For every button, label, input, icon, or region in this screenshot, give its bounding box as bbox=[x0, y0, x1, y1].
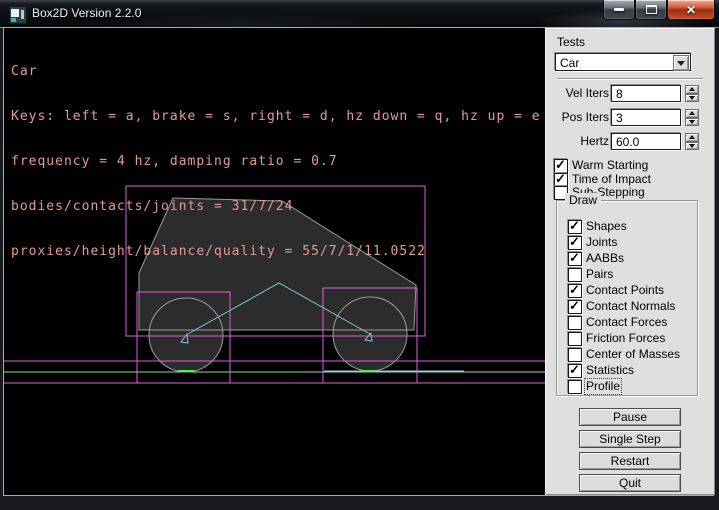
title-bar[interactable]: Box2D Version 2.2.0 ✕ bbox=[0, 0, 719, 28]
stepper-up-button[interactable] bbox=[685, 109, 699, 118]
checkbox-label: Friction Forces bbox=[586, 332, 665, 345]
checkbox-label: Joints bbox=[586, 236, 617, 249]
checkbox-label: Contact Forces bbox=[586, 316, 667, 329]
checkbox-box[interactable] bbox=[568, 348, 582, 362]
pos-iters-value: 3 bbox=[616, 111, 623, 126]
draw-group: Draw Shapes Joints AABBs Pairs Contact P… bbox=[556, 200, 698, 396]
quit-button[interactable]: Quit bbox=[579, 474, 681, 492]
checkbox-box[interactable] bbox=[568, 284, 582, 298]
stats-line-proxies: proxies/height/balance/quality = 55/7/1/… bbox=[11, 244, 541, 259]
stats-line-test-name: Car bbox=[11, 64, 541, 79]
separator bbox=[557, 78, 703, 80]
triangle-up-icon bbox=[689, 135, 695, 139]
stats-line-keys: Keys: left = a, brake = s, right = d, hz… bbox=[11, 109, 541, 124]
checkbox-box[interactable] bbox=[568, 332, 582, 346]
draw-group-title: Draw bbox=[565, 193, 601, 207]
hertz-input[interactable]: 60.0 bbox=[611, 133, 681, 150]
box2d-testbed-window: { "window": { "title": "Box2D Version 2.… bbox=[0, 0, 719, 510]
app-icon-window bbox=[11, 9, 19, 17]
checkbox-box[interactable] bbox=[568, 252, 582, 266]
vel-iters-label: Vel Iters bbox=[547, 85, 609, 102]
pos-iters-row: Pos Iters 3 bbox=[545, 109, 715, 126]
checkbox-box[interactable] bbox=[554, 173, 568, 187]
close-icon: ✕ bbox=[686, 4, 696, 16]
app-icon-teal bbox=[11, 18, 16, 22]
checkbox-label: Statistics bbox=[586, 364, 634, 377]
minimize-icon bbox=[614, 8, 624, 11]
checkbox-label: Shapes bbox=[586, 220, 627, 233]
checkbox-label: AABBs bbox=[586, 252, 624, 265]
triangle-down-icon bbox=[689, 144, 695, 148]
triangle-down-icon bbox=[689, 96, 695, 100]
app-icon-bar bbox=[21, 10, 24, 19]
hertz-value: 60.0 bbox=[616, 135, 639, 150]
stats-text: Car Keys: left = a, brake = s, right = d… bbox=[11, 34, 541, 289]
triangle-up-icon bbox=[689, 111, 695, 115]
maximize-button[interactable] bbox=[635, 0, 667, 20]
vel-iters-stepper[interactable] bbox=[685, 85, 699, 102]
control-panel: Tests Car Vel Iters 8 Pos Iters 3 bbox=[545, 28, 715, 495]
checkbox-label: Center of Masses bbox=[586, 348, 680, 361]
tests-dropdown[interactable]: Car bbox=[555, 53, 691, 71]
pos-iters-input[interactable]: 3 bbox=[611, 109, 681, 126]
stepper-up-button[interactable] bbox=[685, 133, 699, 142]
pause-button[interactable]: Pause bbox=[579, 408, 681, 426]
stepper-down-button[interactable] bbox=[685, 118, 699, 127]
close-button[interactable]: ✕ bbox=[667, 0, 715, 20]
checkbox-box[interactable] bbox=[568, 316, 582, 330]
triangle-up-icon bbox=[689, 87, 695, 91]
tests-label: Tests bbox=[557, 35, 585, 49]
checkbox-box[interactable] bbox=[568, 364, 582, 378]
checkbox-label: Pairs bbox=[586, 268, 613, 281]
client-area: Car Keys: left = a, brake = s, right = d… bbox=[3, 27, 714, 496]
checkbox-box[interactable] bbox=[568, 268, 582, 282]
right-contact-point bbox=[362, 370, 376, 372]
checkbox-box[interactable] bbox=[568, 380, 582, 394]
stats-line-frequency: frequency = 4 hz, damping ratio = 0.7 bbox=[11, 154, 541, 169]
stepper-down-button[interactable] bbox=[685, 142, 699, 151]
triangle-down-icon bbox=[689, 120, 695, 124]
hertz-row: Hertz 60.0 bbox=[545, 133, 715, 150]
stepper-down-button[interactable] bbox=[685, 94, 699, 103]
single-step-button[interactable]: Single Step bbox=[579, 430, 681, 448]
vel-iters-value: 8 bbox=[616, 87, 623, 102]
caption-buttons: ✕ bbox=[603, 0, 715, 20]
maximize-icon bbox=[646, 5, 657, 14]
app-icon bbox=[9, 6, 27, 24]
tests-dropdown-button[interactable] bbox=[673, 55, 689, 71]
pos-iters-stepper[interactable] bbox=[685, 109, 699, 126]
left-contact-point bbox=[178, 370, 194, 372]
physics-canvas[interactable]: Car Keys: left = a, brake = s, right = d… bbox=[4, 28, 545, 495]
checkbox-box[interactable] bbox=[568, 220, 582, 234]
checkbox-box[interactable] bbox=[568, 300, 582, 314]
stepper-up-button[interactable] bbox=[685, 85, 699, 94]
hertz-label: Hertz bbox=[547, 133, 609, 150]
checkbox-box[interactable] bbox=[568, 236, 582, 250]
chevron-down-icon bbox=[677, 61, 685, 66]
vel-iters-input[interactable]: 8 bbox=[611, 85, 681, 102]
checkbox-label: Contact Normals bbox=[586, 300, 675, 313]
checkbox-label: Contact Points bbox=[586, 284, 664, 297]
pos-iters-label: Pos Iters bbox=[547, 109, 609, 126]
window-title: Box2D Version 2.2.0 bbox=[32, 6, 141, 20]
checkbox-label: Warm Starting bbox=[572, 159, 648, 172]
hertz-stepper[interactable] bbox=[685, 133, 699, 150]
vel-iters-row: Vel Iters 8 bbox=[545, 85, 715, 102]
restart-button[interactable]: Restart bbox=[579, 452, 681, 470]
checkbox-label: Profile bbox=[586, 380, 620, 393]
minimize-button[interactable] bbox=[603, 0, 635, 20]
tests-dropdown-value: Car bbox=[560, 55, 579, 71]
stats-line-bodies: bodies/contacts/joints = 31/7/24 bbox=[11, 199, 541, 214]
